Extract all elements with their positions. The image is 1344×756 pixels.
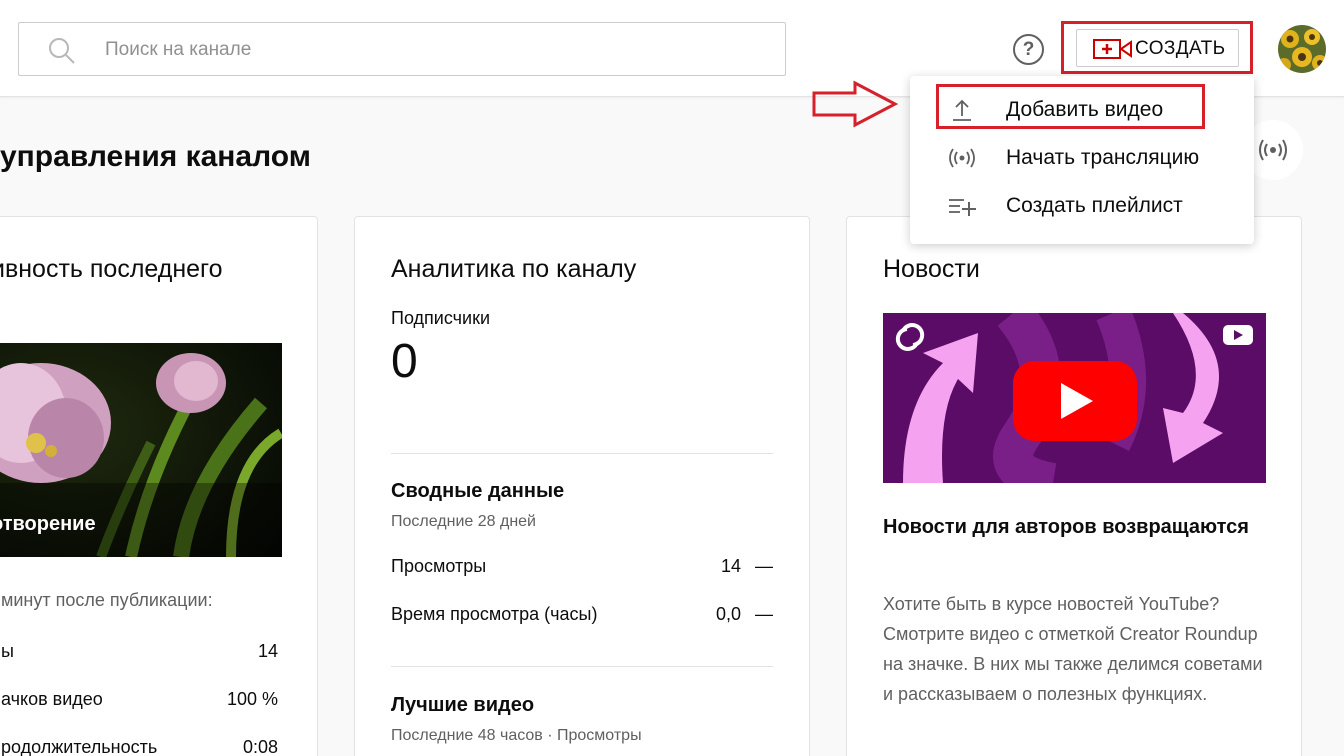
analytics-card-title: Аналитика по каналу	[391, 255, 637, 283]
subscribers-count: 0	[391, 335, 418, 388]
latest-video-card: ивность последнего отворение минут после…	[0, 216, 318, 756]
latest-video-row: ы 14	[1, 641, 278, 662]
top-videos-title: Лучшие видео	[391, 694, 535, 716]
news-card: Новости Новости для авторов возвращаются…	[846, 216, 1302, 756]
row-label: ы	[1, 641, 14, 661]
row-trend: —	[755, 604, 773, 624]
news-headline[interactable]: Новости для авторов возвращаются	[883, 509, 1266, 545]
page-title: управления каналом	[0, 140, 311, 173]
row-label: Время просмотра (часы)	[391, 604, 598, 624]
row-value: 14	[720, 556, 741, 576]
help-icon[interactable]: ?	[1013, 34, 1044, 65]
news-card-title: Новости	[883, 255, 980, 283]
top-videos-period: Последние 48 часов · Просмотры	[391, 727, 642, 744]
create-button[interactable]: СОЗДАТЬ	[1076, 29, 1239, 67]
avatar[interactable]	[1278, 25, 1326, 73]
annotation-arrow-icon	[812, 80, 899, 128]
summary-row-watch-time: Время просмотра (часы) 0,0 —	[391, 604, 773, 625]
news-banner-image	[883, 313, 1266, 483]
menu-item-label: Создать плейлист	[1006, 194, 1183, 217]
menu-item-label: Начать трансляцию	[1006, 146, 1200, 169]
search-input[interactable]: Поиск на канале	[105, 39, 251, 61]
subscribers-label: Подписчики	[391, 308, 491, 328]
row-label: ачков видео	[1, 689, 103, 709]
video-camera-add-icon	[1093, 39, 1132, 59]
summary-period: Последние 28 дней	[391, 513, 536, 530]
playlist-add-icon	[949, 199, 976, 216]
live-icon	[949, 148, 975, 168]
divider	[391, 453, 773, 454]
channel-analytics-card: Аналитика по каналу Подписчики 0 Сводные…	[354, 216, 810, 756]
live-icon	[1259, 139, 1287, 161]
upload-item-highlight	[936, 84, 1205, 129]
row-label: Просмотры	[391, 556, 487, 576]
news-video-thumbnail[interactable]	[883, 313, 1266, 483]
row-value: 0,0	[715, 604, 741, 624]
latest-video-row: ачков видео 100 %	[1, 689, 278, 710]
latest-video-card-title: ивность последнего	[0, 255, 223, 283]
search-icon	[49, 38, 75, 64]
row-label: родолжительность	[1, 737, 158, 756]
row-value: 0:08	[242, 737, 278, 756]
menu-item-create-playlist[interactable]: Создать плейлист	[910, 182, 1254, 230]
latest-video-row: родолжительность 0:08	[1, 737, 278, 756]
news-body: Хотите быть в курсе новостей YouTube? См…	[883, 594, 1263, 704]
latest-video-thumbnail[interactable]: отворение	[0, 343, 282, 557]
row-trend: —	[755, 556, 773, 576]
divider	[391, 666, 773, 667]
latest-video-subtitle: минут после публикации:	[1, 590, 213, 610]
create-button-highlight[interactable]: СОЗДАТЬ	[1061, 21, 1253, 74]
row-value: 14	[257, 641, 278, 661]
avatar-image	[1278, 25, 1326, 73]
channel-search-box[interactable]: Поиск на канале	[18, 22, 786, 76]
row-value: 100 %	[226, 689, 278, 709]
menu-item-go-live[interactable]: Начать трансляцию	[910, 134, 1254, 182]
summary-title: Сводные данные	[391, 480, 565, 502]
thumbnail-title-label: отворение	[0, 513, 96, 535]
create-button-label: СОЗДАТЬ	[1135, 38, 1226, 59]
summary-row-views: Просмотры 14 —	[391, 556, 773, 577]
